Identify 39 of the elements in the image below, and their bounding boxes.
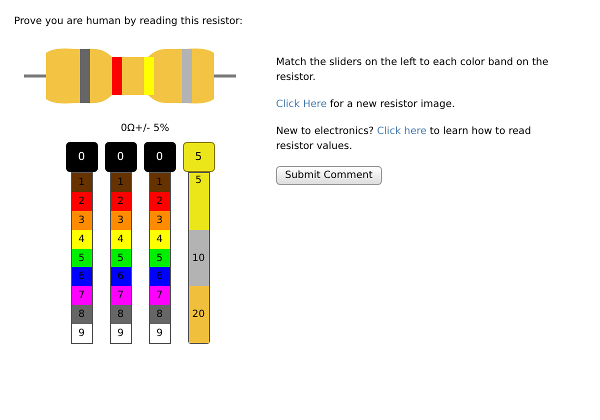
resistance-reading: 0Ω+/- 5% [120, 122, 170, 136]
instructions-text: Match the sliders on the left to each color band on the resistor. [276, 56, 550, 85]
new-image-link[interactable]: Click Here [276, 99, 327, 110]
band-label: 8 [72, 305, 92, 324]
band-label: 8 [110, 305, 130, 324]
band-label: 4 [150, 230, 170, 249]
learn-link[interactable]: Click here [377, 126, 427, 137]
band-label: 3 [150, 210, 170, 230]
band-label: 4 [72, 230, 92, 249]
band-label: 6 [110, 267, 130, 286]
learn-text: New to electronics? Click here to learn how to read resistor values. [276, 125, 532, 154]
band-label: 2 [150, 192, 170, 211]
band-label: 1 [72, 173, 92, 192]
heading: Prove you are human by reading this resistor: [14, 15, 244, 29]
slider-handle[interactable]: 0 [144, 142, 176, 172]
band-label: 7 [72, 286, 92, 306]
band-label: 7 [150, 286, 170, 306]
band-label: 5 [110, 248, 130, 268]
band-label: 20 [188, 286, 208, 344]
band-label: 7 [110, 286, 130, 306]
band-label: 1 [110, 173, 130, 192]
slider-handle[interactable]: 5 [182, 142, 214, 172]
slider-handle[interactable]: 0 [104, 142, 136, 172]
new-image-text: Click Here for a new resistor image. [276, 98, 456, 112]
band-label: 4 [110, 230, 130, 249]
band-label: 5 [150, 248, 170, 268]
band-label: 1 [150, 173, 170, 192]
band-label: 3 [110, 210, 130, 230]
band-label: 6 [150, 267, 170, 286]
band-label: 3 [72, 210, 92, 230]
band-label: 2 [110, 192, 130, 211]
band-label: 8 [150, 305, 170, 324]
band-label: 6 [72, 267, 92, 286]
band-label: 2 [72, 192, 92, 211]
slider-handle[interactable]: 0 [66, 142, 98, 172]
band-label: 5 [72, 248, 92, 268]
band-label: 5 [188, 173, 208, 230]
band-label: 10 [188, 230, 208, 286]
submit-button[interactable]: Submit Comment [276, 166, 382, 185]
